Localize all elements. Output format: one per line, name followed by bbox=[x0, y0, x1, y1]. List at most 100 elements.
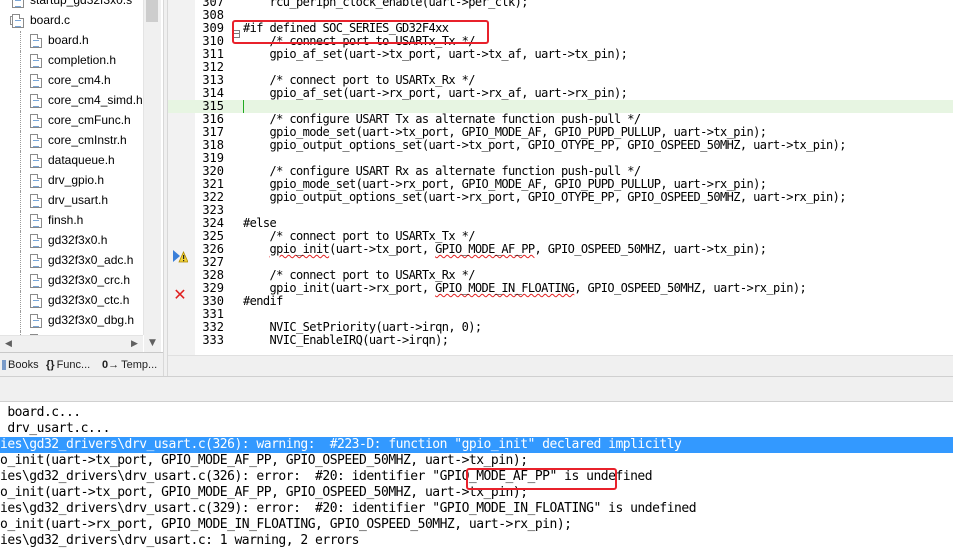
output-line[interactable]: o_init(uart->tx_port, GPIO_MODE_AF_PP, G… bbox=[0, 453, 953, 469]
output-line-selected[interactable]: ies\gd32_drivers\drv_usart.c(326): warni… bbox=[0, 437, 953, 453]
tree-item[interactable]: finsh.h bbox=[0, 211, 145, 231]
tree-scroll-thumb[interactable] bbox=[146, 0, 158, 22]
code-text: gpio_output_options_set(uart->rx_port, G… bbox=[243, 190, 846, 204]
output-line[interactable]: ies\gd32_drivers\drv_usart.c(329): error… bbox=[0, 501, 953, 517]
code-text: gpio_init(uart->rx_port, GPIO_MODE_IN_FL… bbox=[243, 281, 807, 295]
warning-arrow-icon bbox=[173, 250, 188, 263]
line-number: 333 bbox=[202, 333, 224, 347]
tree-item[interactable]: core_cm4.h bbox=[0, 71, 145, 91]
file-icon bbox=[30, 74, 42, 88]
tree-item-label: dataqueue.h bbox=[48, 153, 115, 167]
tree-item[interactable]: startup_gd32f3x0.s bbox=[0, 0, 145, 11]
arrow-right-icon[interactable]: ▶ bbox=[126, 336, 143, 353]
file-icon bbox=[30, 254, 42, 268]
tree-item-label: core_cmInstr.h bbox=[48, 133, 127, 147]
file-icon bbox=[30, 154, 42, 168]
tree-item[interactable]: drv_gpio.h bbox=[0, 171, 145, 191]
tree-item[interactable]: gd32f3x0_crc.h bbox=[0, 271, 145, 291]
tree-item-label: gd32f3x0_dbg.h bbox=[48, 313, 135, 327]
code-text: gpio_af_set(uart->tx_port, uart->tx_af, … bbox=[243, 47, 628, 61]
highlight-box-directive bbox=[232, 20, 489, 44]
tree-vertical-scrollbar[interactable] bbox=[143, 0, 161, 335]
file-icon bbox=[30, 194, 42, 208]
code-line[interactable]: 311 gpio_af_set(uart->tx_port, uart->tx_… bbox=[168, 48, 953, 61]
tree-item-label: gd32f3x0.h bbox=[48, 233, 108, 247]
file-icon bbox=[30, 94, 42, 108]
tree-item[interactable]: gd32f3x0_dbg.h bbox=[0, 311, 145, 331]
arrow-down-icon[interactable]: ▼ bbox=[144, 335, 161, 352]
tree-item-label: startup_gd32f3x0.s bbox=[30, 0, 133, 7]
code-text: NVIC_EnableIRQ(uart->irqn); bbox=[243, 333, 449, 347]
tree-item-label: gd32f3x0_crc.h bbox=[48, 273, 131, 287]
arrow-left-icon[interactable]: ◀ bbox=[0, 336, 17, 353]
code-line[interactable]: 329 gpio_init(uart->rx_port, GPIO_MODE_I… bbox=[168, 282, 953, 295]
code-editor[interactable]: 307 rcu_periph_clock_enable(uart->per_cl… bbox=[168, 0, 953, 355]
tree-item-label: finsh.h bbox=[48, 213, 84, 227]
file-icon bbox=[30, 114, 42, 128]
code-text: gpio_output_options_set(uart->tx_port, G… bbox=[243, 138, 846, 152]
tab-templates[interactable]: 0→ Temp... bbox=[102, 356, 157, 374]
error-squiggle: GPIO_MODE_AF_PP bbox=[435, 242, 535, 256]
tree-item-label: gd32f3x0_adc.h bbox=[48, 253, 134, 267]
output-line[interactable]: drv_usart.c... bbox=[0, 421, 953, 437]
tree-item[interactable]: gd32f3x0_adc.h bbox=[0, 251, 145, 271]
code-text: gpio_af_set(uart->rx_port, uart->rx_af, … bbox=[243, 86, 628, 100]
tree-item-label: board.c bbox=[30, 13, 71, 27]
file-icon bbox=[12, 14, 24, 28]
tree-item[interactable]: core_cm4_simd.h bbox=[0, 91, 145, 111]
tree-item-label: gd32f3x0_ctc.h bbox=[48, 293, 130, 307]
file-icon bbox=[30, 214, 42, 228]
tree-item[interactable]: core_cmInstr.h bbox=[0, 131, 145, 151]
highlight-box-identifier bbox=[466, 468, 617, 490]
templates-icon: 0→ bbox=[102, 359, 120, 371]
tree-item[interactable]: gd32f3x0_ctc.h bbox=[0, 291, 145, 311]
tree-item[interactable]: core_cmFunc.h bbox=[0, 111, 145, 131]
tree-item[interactable]: gd32f3x0.h bbox=[0, 231, 145, 251]
books-icon bbox=[2, 360, 6, 371]
output-splitter[interactable] bbox=[0, 376, 953, 402]
code-line[interactable]: 307 rcu_periph_clock_enable(uart->per_cl… bbox=[168, 0, 953, 9]
file-icon bbox=[30, 134, 42, 148]
tree-item[interactable]: drv_usart.h bbox=[0, 191, 145, 211]
file-icon bbox=[30, 314, 42, 328]
tree-item-label: board.h bbox=[48, 33, 89, 47]
code-line[interactable]: 314 gpio_af_set(uart->rx_port, uart->rx_… bbox=[168, 87, 953, 100]
file-icon bbox=[30, 274, 42, 288]
output-line[interactable]: o_init(uart->rx_port, GPIO_MODE_IN_FLOAT… bbox=[0, 517, 953, 533]
tree-horizontal-scrollbar[interactable]: ◀ ▶ bbox=[0, 335, 143, 353]
project-tree[interactable]: startup_gd32f3x0.s −board.c board.h complet… bbox=[0, 0, 163, 352]
file-icon bbox=[30, 174, 42, 188]
tree-item-label: core_cm4_simd.h bbox=[48, 93, 143, 107]
code-text: #endif bbox=[243, 294, 283, 308]
project-panel-tabs: Books {} Func... 0→ Temp... bbox=[0, 352, 163, 377]
tree-item-label: core_cmFunc.h bbox=[48, 113, 131, 127]
output-line[interactable]: board.c... bbox=[0, 405, 953, 421]
file-icon bbox=[30, 294, 42, 308]
file-icon bbox=[30, 234, 42, 248]
error-squiggle: GPIO_MODE_IN_FLOATING bbox=[435, 281, 575, 295]
tree-item[interactable]: dataqueue.h bbox=[0, 151, 145, 171]
code-line[interactable]: 330 #endif bbox=[168, 295, 953, 308]
file-icon bbox=[30, 34, 42, 48]
error-squiggle: gpio_init bbox=[269, 242, 330, 256]
code-line[interactable]: 326 gpio_init(uart->tx_port, GPIO_MODE_A… bbox=[168, 243, 953, 256]
tab-books[interactable]: Books bbox=[2, 356, 39, 374]
tab-functions[interactable]: {} Func... bbox=[46, 356, 90, 374]
tree-item[interactable]: −board.c bbox=[0, 11, 145, 31]
code-line[interactable]: 323 bbox=[168, 204, 953, 217]
tree-item[interactable]: completion.h bbox=[0, 51, 145, 71]
code-line[interactable]: 333 NVIC_EnableIRQ(uart->irqn); bbox=[168, 334, 953, 347]
code-line[interactable]: 322 gpio_output_options_set(uart->rx_por… bbox=[168, 191, 953, 204]
code-text: rcu_periph_clock_enable(uart->per_clk); bbox=[243, 0, 528, 9]
functions-icon: {} bbox=[46, 359, 55, 371]
error-cross-icon: ✕ bbox=[173, 285, 187, 304]
file-icon bbox=[30, 54, 42, 68]
tree-item[interactable]: board.h bbox=[0, 31, 145, 51]
tree-item-label: core_cm4.h bbox=[48, 73, 111, 87]
code-line[interactable]: 318 gpio_output_options_set(uart->tx_por… bbox=[168, 139, 953, 152]
output-line[interactable]: ies\gd32_drivers\drv_usart.c: 1 warning,… bbox=[0, 533, 953, 549]
editor-bottom-strip bbox=[168, 355, 953, 377]
tree-item-label: completion.h bbox=[48, 53, 117, 67]
tree-item-label: drv_gpio.h bbox=[48, 173, 105, 187]
file-icon bbox=[12, 0, 24, 8]
